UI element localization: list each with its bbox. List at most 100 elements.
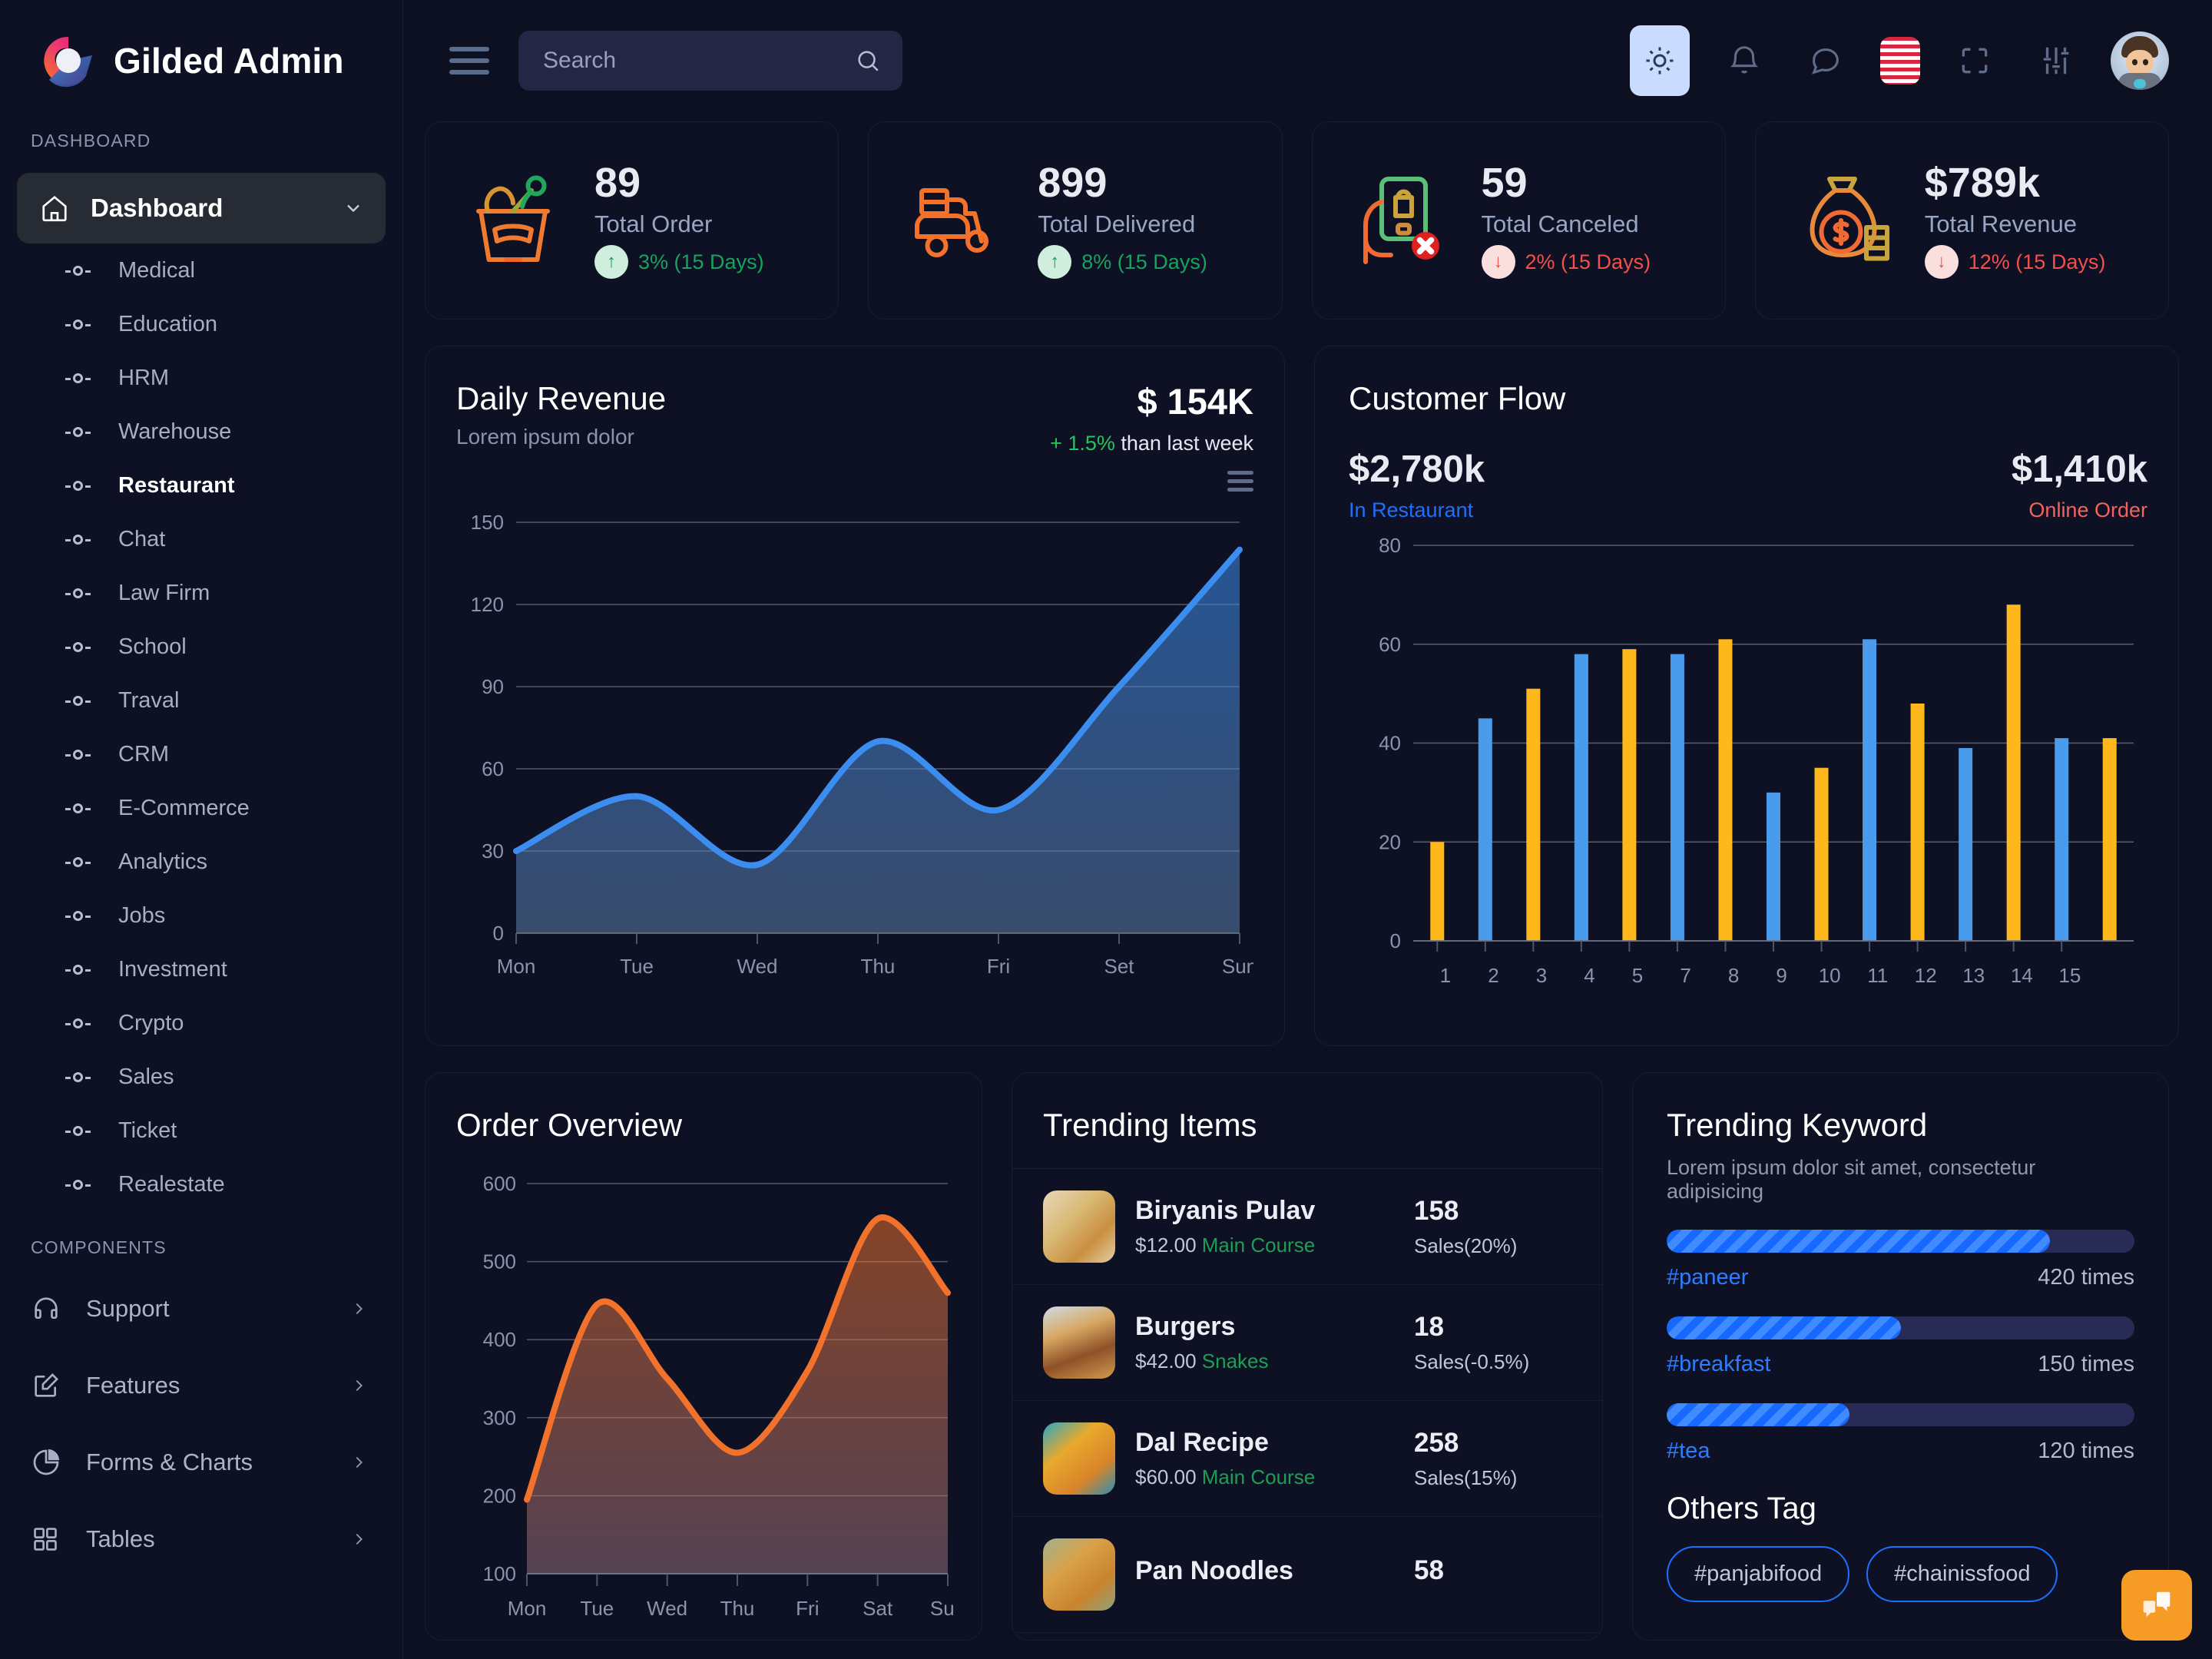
bar bbox=[1670, 654, 1684, 941]
sidebar-item-e-commerce[interactable]: E-Commerce bbox=[0, 781, 402, 835]
chevron-right-icon[interactable] bbox=[350, 1454, 367, 1471]
bullet-dot-icon bbox=[60, 480, 95, 491]
others-tag-title: Others Tag bbox=[1667, 1492, 1816, 1525]
sidebar-item-label: Chat bbox=[118, 526, 166, 551]
item-count: 18 bbox=[1414, 1311, 1444, 1342]
svg-text:40: 40 bbox=[1379, 732, 1401, 755]
sidebar-item-restaurant[interactable]: Restaurant bbox=[0, 459, 402, 512]
brand[interactable]: Gilded Admin bbox=[0, 0, 402, 120]
item-sales: Sales(-0.5%) bbox=[1414, 1349, 1530, 1373]
sun-icon[interactable] bbox=[1630, 25, 1690, 96]
item-category: Snakes bbox=[1201, 1349, 1269, 1373]
sidebar-item-jobs[interactable]: Jobs bbox=[0, 889, 402, 942]
sidebar-item-sales[interactable]: Sales bbox=[0, 1050, 402, 1104]
daily-revenue-subtitle: Lorem ipsum dolor bbox=[456, 425, 634, 449]
sidebar-item-ticket[interactable]: Ticket bbox=[0, 1104, 402, 1157]
page-title: Daily Revenue bbox=[456, 380, 667, 416]
sliders-icon[interactable] bbox=[2029, 34, 2083, 88]
svg-text:Sun: Sun bbox=[930, 1597, 955, 1620]
list-item[interactable]: Biryanis Pulav $12.00 Main Course 158 Sales… bbox=[1012, 1169, 1602, 1285]
svg-text:90: 90 bbox=[482, 675, 504, 698]
bullet-dot-icon bbox=[60, 426, 95, 437]
chat-bubble-icon[interactable] bbox=[1799, 34, 1853, 88]
keyword-tag[interactable]: #tea bbox=[1667, 1439, 1710, 1464]
search-icon[interactable] bbox=[855, 48, 881, 74]
bar bbox=[1814, 767, 1829, 941]
us-flag-icon[interactable] bbox=[1880, 37, 1920, 84]
money-bag-icon bbox=[1782, 159, 1905, 282]
svg-text:Tue: Tue bbox=[580, 1597, 614, 1620]
online-order-value: $1,410k bbox=[2011, 449, 2147, 490]
sidebar-section-dashboard: DASHBOARD bbox=[31, 131, 151, 151]
search-box[interactable] bbox=[518, 31, 902, 91]
sidebar-item-label: Jobs bbox=[118, 902, 166, 928]
sidebar-item-dashboard[interactable]: Dashboard bbox=[17, 173, 386, 243]
svg-text:10: 10 bbox=[1819, 964, 1841, 987]
arrow-down-icon: ↓ bbox=[1481, 245, 1515, 279]
list-item[interactable]: Pan Noodles 58 bbox=[1012, 1517, 1602, 1633]
bell-icon[interactable] bbox=[1717, 34, 1771, 88]
sidebar-item-forms-charts[interactable]: Forms & Charts bbox=[0, 1424, 402, 1501]
stat-value: 59 bbox=[1481, 160, 1528, 206]
customer-flow-title: Customer Flow bbox=[1349, 380, 1566, 416]
sidebar-item-analytics[interactable]: Analytics bbox=[0, 835, 402, 889]
hamburger-menu-icon[interactable] bbox=[1050, 471, 1253, 492]
sidebar-item-chat[interactable]: Chat bbox=[0, 512, 402, 566]
trending-keyword-title: Trending Keyword bbox=[1667, 1107, 1928, 1143]
sidebar-item-crypto[interactable]: Crypto bbox=[0, 996, 402, 1050]
online-order-label: Online Order bbox=[2028, 498, 2147, 522]
list-item[interactable]: Burgers $42.00 Snakes 18 Sales(-0.5%) bbox=[1012, 1285, 1602, 1401]
chevron-right-icon[interactable] bbox=[350, 1300, 367, 1317]
tag-chip[interactable]: #panjabifood bbox=[1667, 1546, 1850, 1602]
chat-support-icon[interactable] bbox=[2121, 1570, 2192, 1641]
sidebar-item-hrm[interactable]: HRM bbox=[0, 351, 402, 405]
sidebar-item-label: Support bbox=[86, 1295, 170, 1322]
arrow-up-icon: ↑ bbox=[594, 245, 628, 279]
bullet-dot-icon bbox=[60, 534, 95, 545]
order-overview-chart: 100 200 300 400 500 600 Mon Tue Wed Thu Fri Sat Sun bbox=[483, 1172, 955, 1620]
svg-text:Set: Set bbox=[1104, 955, 1134, 978]
grid-icon bbox=[31, 1525, 74, 1554]
avatar[interactable] bbox=[2111, 31, 2169, 90]
stat-delta-text: 12% (15 Days) bbox=[1968, 250, 2106, 273]
sidebar-item-tables[interactable]: Tables bbox=[0, 1501, 402, 1578]
sidebar-item-crm[interactable]: CRM bbox=[0, 727, 402, 781]
sidebar-item-law-firm[interactable]: Law Firm bbox=[0, 566, 402, 620]
bottom-row: Order Overview 100 200 300 400 500 600 Mon Tue W… bbox=[425, 1072, 2169, 1641]
sidebar: Gilded Admin DASHBOARD Dashboard Medical… bbox=[0, 0, 403, 1659]
sidebar-item-medical[interactable]: Medical bbox=[0, 243, 402, 297]
item-meta: $60.00 Main Course bbox=[1135, 1465, 1394, 1489]
list-item[interactable]: Dal Recipe $60.00 Main Course 258 Sales(15%… bbox=[1012, 1401, 1602, 1517]
sidebar-item-warehouse[interactable]: Warehouse bbox=[0, 405, 402, 459]
sidebar-item-label: Forms & Charts bbox=[86, 1449, 253, 1475]
trending-items-title: Trending Items bbox=[1043, 1107, 1257, 1143]
keyword-tag[interactable]: #breakfast bbox=[1667, 1352, 1770, 1377]
item-meta: $42.00 Snakes bbox=[1135, 1349, 1394, 1373]
keyword-tag[interactable]: #paneer bbox=[1667, 1265, 1748, 1290]
sidebar-item-realestate[interactable]: Realestate bbox=[0, 1157, 402, 1211]
sidebar-item-support[interactable]: Support bbox=[0, 1270, 402, 1347]
chevron-right-icon[interactable] bbox=[350, 1377, 367, 1394]
arrow-up-icon: ↑ bbox=[1038, 245, 1072, 279]
item-count: 158 bbox=[1414, 1195, 1459, 1226]
sidebar-item-features[interactable]: Features bbox=[0, 1347, 402, 1424]
chevron-right-icon[interactable] bbox=[350, 1531, 367, 1548]
search-input[interactable] bbox=[543, 48, 855, 74]
bullet-dot-icon bbox=[60, 964, 95, 975]
sidebar-item-investment[interactable]: Investment bbox=[0, 942, 402, 996]
tag-chip[interactable]: #chainissfood bbox=[1866, 1546, 2058, 1602]
sidebar-item-label: Investment bbox=[118, 956, 227, 982]
sidebar-item-education[interactable]: Education bbox=[0, 297, 402, 351]
dal-photo bbox=[1043, 1422, 1115, 1495]
sidebar-item-traval[interactable]: Traval bbox=[0, 674, 402, 727]
svg-text:120: 120 bbox=[471, 593, 504, 616]
fullscreen-icon[interactable] bbox=[1948, 34, 2002, 88]
item-price: $60.00 bbox=[1135, 1465, 1197, 1488]
hamburger-icon[interactable] bbox=[449, 47, 492, 75]
svg-text:8: 8 bbox=[1728, 964, 1739, 987]
sidebar-item-school[interactable]: School bbox=[0, 620, 402, 674]
sidebar-item-label: Tables bbox=[86, 1525, 155, 1552]
chevron-down-icon[interactable] bbox=[343, 197, 364, 219]
sidebar-item-label: HRM bbox=[118, 365, 170, 390]
item-count: 258 bbox=[1414, 1427, 1459, 1458]
